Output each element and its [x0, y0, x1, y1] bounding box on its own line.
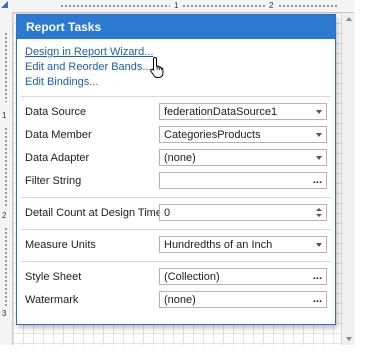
style-sheet-row: Style Sheet (Collection) ...: [17, 266, 335, 289]
ruler-ticks: [5, 127, 7, 207]
data-source-label: Data Source: [25, 106, 87, 118]
ruler-ticks: [182, 5, 266, 7]
data-source-value: federationDataSource1: [164, 106, 278, 118]
ruler-number: 2: [2, 211, 7, 220]
design-in-report-wizard-link[interactable]: Design in Report Wizard...: [25, 45, 335, 60]
task-links: Design in Report Wizard... Edit and Reor…: [17, 39, 335, 90]
report-tasks-panel: Report Tasks Design in Report Wizard... …: [16, 14, 336, 325]
measure-units-label: Measure Units: [25, 239, 96, 251]
filter-string-row: Filter String ...: [17, 170, 335, 193]
data-adapter-row: Data Adapter (none): [17, 147, 335, 170]
ruler-number: 1: [174, 1, 179, 10]
watermark-label: Watermark: [25, 294, 79, 306]
ruler-number: 2: [269, 1, 274, 10]
scroll-down-icon[interactable]: [346, 337, 352, 341]
measure-units-value: Hundredths of an Inch: [164, 239, 273, 251]
data-member-label: Data Member: [25, 129, 92, 141]
vertical-scrollbar[interactable]: [341, 13, 355, 345]
watermark-field[interactable]: (none) ...: [159, 291, 327, 308]
data-member-value: CategoriesProducts: [164, 129, 261, 141]
horizontal-ruler: 1 2: [0, 0, 354, 13]
ruler-ticks: [278, 5, 338, 7]
ruler-number: 3: [2, 309, 7, 318]
detail-count-row: Detail Count at Design Time 0: [17, 202, 335, 225]
data-member-row: Data Member CategoriesProducts: [17, 124, 335, 147]
ellipsis-button[interactable]: ...: [313, 270, 322, 282]
watermark-value: (none): [164, 294, 196, 306]
detail-count-value: 0: [164, 207, 171, 219]
spin-up-icon[interactable]: [316, 208, 322, 211]
filter-string-field[interactable]: ...: [159, 172, 327, 189]
detail-count-spinner[interactable]: 0: [159, 204, 327, 221]
ruler-corner-icon: [1, 1, 8, 8]
detail-count-label: Detail Count at Design Time: [25, 207, 162, 219]
chevron-down-icon[interactable]: [316, 110, 322, 114]
ruler-ticks: [60, 5, 170, 7]
chevron-down-icon[interactable]: [316, 243, 322, 247]
ruler-ticks: [5, 32, 7, 102]
data-adapter-dropdown[interactable]: (none): [159, 149, 327, 166]
data-adapter-label: Data Adapter: [25, 152, 90, 164]
style-sheet-field[interactable]: (Collection) ...: [159, 268, 327, 285]
ellipsis-button[interactable]: ...: [313, 174, 322, 186]
spin-down-icon[interactable]: [316, 214, 322, 217]
ellipsis-button[interactable]: ...: [313, 293, 322, 305]
data-source-dropdown[interactable]: federationDataSource1: [159, 103, 327, 120]
measure-units-dropdown[interactable]: Hundredths of an Inch: [159, 236, 327, 253]
style-sheet-label: Style Sheet: [25, 271, 82, 283]
edit-bindings-link[interactable]: Edit Bindings...: [25, 75, 335, 90]
filter-string-label: Filter String: [25, 175, 82, 187]
chevron-down-icon[interactable]: [316, 133, 322, 137]
edit-reorder-bands-link[interactable]: Edit and Reorder Bands...: [25, 60, 335, 75]
watermark-row: Watermark (none) ...: [17, 289, 335, 312]
style-sheet-value: (Collection): [164, 271, 220, 283]
measure-units-row: Measure Units Hundredths of an Inch: [17, 234, 335, 257]
data-member-dropdown[interactable]: CategoriesProducts: [159, 126, 327, 143]
panel-title: Report Tasks: [17, 15, 335, 39]
data-adapter-value: (none): [164, 152, 196, 164]
hand-pointer-icon: [150, 56, 164, 78]
vertical-ruler: 1 2 3: [0, 12, 13, 345]
data-source-row: Data Source federationDataSource1: [17, 101, 335, 124]
ruler-ticks: [5, 227, 7, 307]
scroll-up-icon[interactable]: [346, 17, 352, 21]
chevron-down-icon[interactable]: [316, 156, 322, 160]
ruler-number: 1: [2, 111, 7, 120]
